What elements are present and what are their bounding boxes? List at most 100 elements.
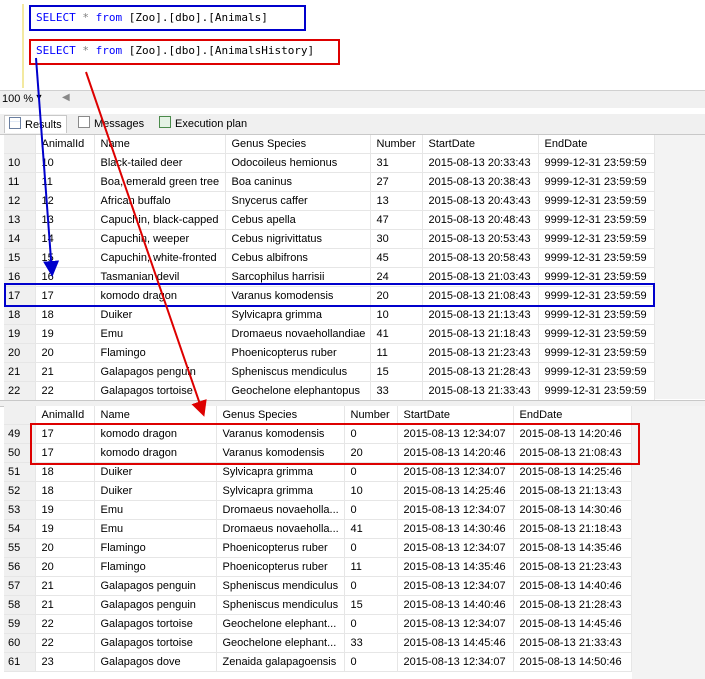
table-cell[interactable]: 9999-12-31 23:59:59	[538, 210, 655, 230]
table-cell[interactable]: Spheniscus mendiculus	[216, 595, 345, 615]
table-row[interactable]: 53 19 Emu Dromaeus novaeholla... 0 2015-08-13…	[4, 500, 632, 520]
table-cell[interactable]: 19	[35, 324, 95, 344]
table-cell[interactable]: 2015-08-13 14:25:46	[397, 481, 514, 501]
table-cell[interactable]: Geochelone elephantopus	[225, 381, 371, 401]
column-header[interactable]: Number	[344, 406, 398, 425]
row-number[interactable]: 21	[4, 362, 36, 382]
table-cell[interactable]: 9999-12-31 23:59:59	[538, 153, 655, 173]
table-cell[interactable]: 11	[370, 343, 423, 363]
table-cell[interactable]: 22	[35, 381, 95, 401]
table-cell[interactable]: Capuchin, white-fronted	[94, 248, 226, 268]
table-cell[interactable]: Phoenicopterus ruber	[216, 538, 345, 558]
table-cell[interactable]: 22	[35, 614, 95, 634]
table-cell[interactable]: 2015-08-13 21:23:43	[513, 557, 632, 577]
table-cell[interactable]: 13	[370, 191, 423, 211]
table-cell[interactable]: Galapagos tortoise	[94, 614, 217, 634]
table-cell[interactable]: Zenaida galapagoensis	[216, 652, 345, 672]
table-cell[interactable]: 2015-08-13 12:34:07	[397, 614, 514, 634]
column-header[interactable]: AnimalId	[35, 135, 95, 154]
table-row[interactable]: 60 22 Galapagos tortoise Geochelone elephan…	[4, 633, 632, 653]
table-cell[interactable]: 12	[35, 191, 95, 211]
column-header[interactable]: EndDate	[538, 135, 655, 154]
table-cell[interactable]: Galapagos tortoise	[94, 633, 217, 653]
table-cell[interactable]: 33	[370, 381, 423, 401]
table-cell[interactable]: Black-tailed deer	[94, 153, 226, 173]
table-cell[interactable]: Dromaeus novaeholla...	[216, 519, 345, 539]
table-row[interactable]: 14 14 Capuchin, weeper Cebus nigrivittatus 3…	[4, 229, 655, 249]
table-cell[interactable]: 2015-08-13 12:34:07	[397, 576, 514, 596]
row-number[interactable]: 20	[4, 343, 36, 363]
table-cell[interactable]: 41	[344, 519, 398, 539]
table-cell[interactable]: Flamingo	[94, 557, 217, 577]
table-cell[interactable]: Galapagos penguin	[94, 595, 217, 615]
table-cell[interactable]: 9999-12-31 23:59:59	[538, 172, 655, 192]
table-row[interactable]: 58 21 Galapagos penguin Spheniscus mendicul…	[4, 595, 632, 615]
table-cell[interactable]: 2015-08-13 21:28:43	[422, 362, 539, 382]
table-cell[interactable]: 9999-12-31 23:59:59	[538, 248, 655, 268]
table-cell[interactable]: Spheniscus mendiculus	[225, 362, 371, 382]
tab-execution-plan[interactable]: Execution plan	[155, 115, 251, 133]
scroll-left-icon[interactable]: ◀	[62, 92, 70, 103]
table-cell[interactable]: 2015-08-13 20:53:43	[422, 229, 539, 249]
table-cell[interactable]: 2015-08-13 20:38:43	[422, 172, 539, 192]
table-row[interactable]: 18 18 Duiker Sylvicapra grimma 10 2015-08-13 …	[4, 305, 655, 325]
table-cell[interactable]: Odocoileus hemionus	[225, 153, 371, 173]
table-cell[interactable]: 2015-08-13 21:28:43	[513, 595, 632, 615]
row-number[interactable]: 15	[4, 248, 36, 268]
table-cell[interactable]: Sylvicapra grimma	[225, 305, 371, 325]
row-number[interactable]: 10	[4, 153, 36, 173]
table-cell[interactable]: Cebus nigrivittatus	[225, 229, 371, 249]
table-cell[interactable]: 2015-08-13 14:35:46	[513, 538, 632, 558]
table-cell[interactable]: 2015-08-13 20:33:43	[422, 153, 539, 173]
table-cell[interactable]: Cebus albifrons	[225, 248, 371, 268]
column-header[interactable]: Name	[94, 135, 226, 154]
table-cell[interactable]: 21	[35, 362, 95, 382]
column-header[interactable]: StartDate	[422, 135, 539, 154]
table-cell[interactable]: African buffalo	[94, 191, 226, 211]
table-cell[interactable]: 20	[35, 557, 95, 577]
tab-messages[interactable]: Messages	[74, 115, 148, 133]
table-cell[interactable]: 2015-08-13 21:18:43	[422, 324, 539, 344]
row-number[interactable]: 54	[4, 519, 36, 539]
table-cell[interactable]: Dromaeus novaeholla...	[216, 500, 345, 520]
table-cell[interactable]: 2015-08-13 21:23:43	[422, 343, 539, 363]
table-cell[interactable]: 9999-12-31 23:59:59	[538, 229, 655, 249]
table-cell[interactable]: 18	[35, 305, 95, 325]
column-header[interactable]: Number	[370, 135, 423, 154]
table-cell[interactable]: 2015-08-13 21:33:43	[422, 381, 539, 401]
table-cell[interactable]: 21	[35, 576, 95, 596]
table-row[interactable]: 59 22 Galapagos tortoise Geochelone elephan…	[4, 614, 632, 634]
table-cell[interactable]: 2015-08-13 20:48:43	[422, 210, 539, 230]
table-row[interactable]: 20 20 Flamingo Phoenicopterus ruber 11 2015-0…	[4, 343, 655, 363]
row-number[interactable]: 53	[4, 500, 36, 520]
column-header[interactable]: Name	[94, 406, 217, 425]
table-cell[interactable]: Flamingo	[94, 343, 226, 363]
table-cell[interactable]: 2015-08-13 21:18:43	[513, 519, 632, 539]
table-cell[interactable]: 15	[35, 248, 95, 268]
row-number[interactable]: 60	[4, 633, 36, 653]
table-cell[interactable]: Duiker	[94, 481, 217, 501]
row-number[interactable]: 22	[4, 381, 36, 401]
table-cell[interactable]: Galapagos penguin	[94, 576, 217, 596]
table-cell[interactable]: 9999-12-31 23:59:59	[538, 305, 655, 325]
column-header[interactable]: EndDate	[513, 406, 632, 425]
table-cell[interactable]: Galapagos dove	[94, 652, 217, 672]
table-cell[interactable]: Sylvicapra grimma	[216, 481, 345, 501]
table-row[interactable]: 55 20 Flamingo Phoenicopterus ruber 0 2015-08…	[4, 538, 632, 558]
table-row[interactable]: 10 10 Black-tailed deer Odocoileus hemionus…	[4, 153, 655, 173]
table-cell[interactable]: Dromaeus novaehollandiae	[225, 324, 371, 344]
tab-results[interactable]: Results	[4, 115, 67, 133]
table-row[interactable]: 19 19 Emu Dromaeus novaehollandiae 41 2015-08…	[4, 324, 655, 344]
table-cell[interactable]: 19	[35, 519, 95, 539]
table-cell[interactable]: 10	[35, 153, 95, 173]
row-number[interactable]: 55	[4, 538, 36, 558]
table-cell[interactable]: 10	[344, 481, 398, 501]
table-cell[interactable]: Boa, emerald green tree	[94, 172, 226, 192]
table-row[interactable]: 11 11 Boa, emerald green tree Boa caninus 27…	[4, 172, 655, 192]
table-cell[interactable]: 9999-12-31 23:59:59	[538, 191, 655, 211]
table-cell[interactable]: 23	[35, 652, 95, 672]
table-cell[interactable]: 2015-08-13 21:13:43	[422, 305, 539, 325]
table-cell[interactable]: Sylvicapra grimma	[216, 462, 345, 482]
table-cell[interactable]: 2015-08-13 14:30:46	[513, 500, 632, 520]
table-cell[interactable]: Phoenicopterus ruber	[225, 343, 371, 363]
